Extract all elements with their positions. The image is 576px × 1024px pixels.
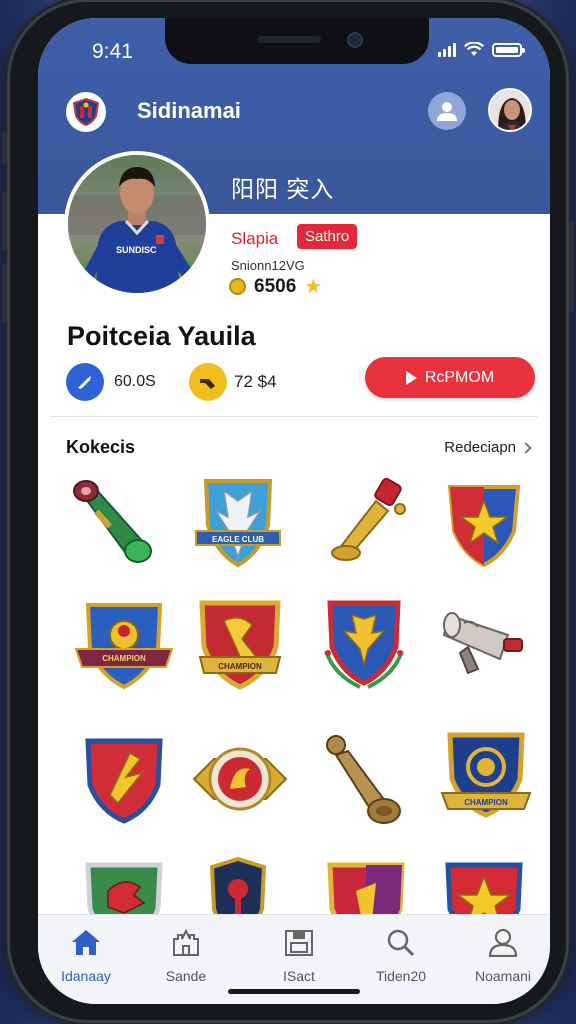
power-button [569,222,574,312]
whistle-icon [200,379,215,389]
red-blue-shield-badge-icon [85,738,163,824]
volume-down-button [2,264,7,322]
collection-link-label: Redeciapn [444,439,516,456]
player-meta: Snionn12VG [231,258,305,273]
collection-item[interactable] [60,473,160,573]
tab-label: Sande [165,968,207,984]
star-icon: ★ [304,276,323,298]
club-crest-icon [72,97,100,127]
profile-icon [488,928,518,958]
status-time: 9:41 [92,40,133,63]
coin-icon [229,278,246,295]
header-subtitle: 阳阳 突入 [231,176,335,202]
tab-label: Noamani [474,968,532,984]
app-screen: 9:41 Sidinamai SUNDISC 阳阳 突入 Slapia Sath… [38,18,550,1004]
badge-banner-text: CHAMPION [218,662,262,671]
badge-banner-text: CHAMPION [464,798,508,807]
collection-title: Kokecis [66,437,136,457]
silent-switch [2,132,7,164]
tab-label: ISact [283,968,315,984]
star-shield-badge-icon [447,485,521,568]
user-icon [437,102,457,121]
collection-grid: EAGLE CLUB CHAMPION CHAMPION CHAMPION [38,473,550,948]
collection-item[interactable] [316,473,416,573]
chevron-right-icon [520,441,532,454]
collection-item[interactable] [314,595,414,695]
bronze-chess-trophy-icon [326,735,401,824]
tab-sande[interactable]: Sande [141,927,231,984]
collection-item[interactable] [190,729,290,829]
tab-label: Tiden20 [375,968,427,984]
red-emblem-coin-icon [192,747,288,811]
account-button[interactable] [428,92,466,130]
collection-item[interactable] [74,729,174,829]
stat-blue-icon [66,363,104,401]
wifi-icon [464,42,484,56]
phone-frame: 9:41 Sidinamai SUNDISC 阳阳 突入 Slapia Sath… [2,2,574,1020]
collection-item[interactable] [314,729,414,829]
camera-notch [165,18,429,64]
signal-icon [438,43,456,57]
status-icons [438,42,525,57]
play-icon [405,370,417,385]
blue-gold-crest-badge-icon: CHAMPION [74,603,174,690]
archive-icon [285,930,313,956]
section-divider [50,416,538,417]
tab-isact[interactable]: ISact [254,927,344,984]
battery-icon [492,43,525,57]
green-horn-trophy-icon [73,480,152,563]
silver-cannon-trophy-icon [442,612,523,675]
eagle-crest-badge-icon: EAGLE CLUB [195,479,281,568]
promo-button[interactable]: RcPMOM [365,357,535,398]
player-rating-name: Slapia [231,229,279,248]
player-tag-badge[interactable]: Sathro [297,224,358,249]
speaker-grille [257,36,321,43]
red-gold-crest-badge-icon: CHAMPION [198,600,282,690]
score-row: 6506 ★ [229,274,322,299]
collection-item[interactable]: CHAMPION [190,595,290,695]
volume-up-button [2,192,7,250]
tab-tiden20[interactable]: Tiden20 [356,927,446,984]
navy-gold-crest-badge-icon: CHAMPION [440,732,532,818]
player-photo[interactable]: SUNDISC [64,151,210,297]
stat-gold-icon [189,363,227,401]
collection-item[interactable] [438,595,538,695]
boot-icon [78,376,91,389]
player-name: Poitceia Yauila [67,321,256,351]
club-logo[interactable] [66,92,106,132]
home-icon [72,930,100,955]
tab-home[interactable]: Idanaay [41,927,131,984]
tab-noamani[interactable]: Noamani [458,927,548,984]
home-indicator [228,989,360,994]
stat-gold-value: 72 $4 [234,372,277,391]
collection-item[interactable]: CHAMPION [436,729,536,829]
player-score: 6506 [254,275,297,297]
collection-see-all-link[interactable]: Redeciapn [444,439,532,456]
jersey-sponsor-text: SUNDISC [116,245,157,255]
stat-blue-value: 60.0S [114,373,156,390]
badge-banner-text: EAGLE CLUB [212,535,264,544]
promo-button-label: RcPMOM [424,368,495,386]
golden-cup-trophy-icon [331,477,406,561]
tab-label: Idanaay [61,968,111,984]
player-portrait-image: SUNDISC [68,155,206,293]
collection-item[interactable]: CHAMPION [74,595,174,695]
collection-item[interactable]: EAGLE CLUB [188,473,288,573]
laurel-eagle-crest-icon [324,600,404,689]
castle-icon [173,928,199,956]
user-avatar[interactable] [488,88,532,132]
search-icon [387,929,415,957]
front-camera [347,32,363,48]
badge-banner-text: CHAMPION [102,654,146,663]
app-title: Sidinamai [137,98,241,123]
collection-item[interactable] [434,473,534,573]
